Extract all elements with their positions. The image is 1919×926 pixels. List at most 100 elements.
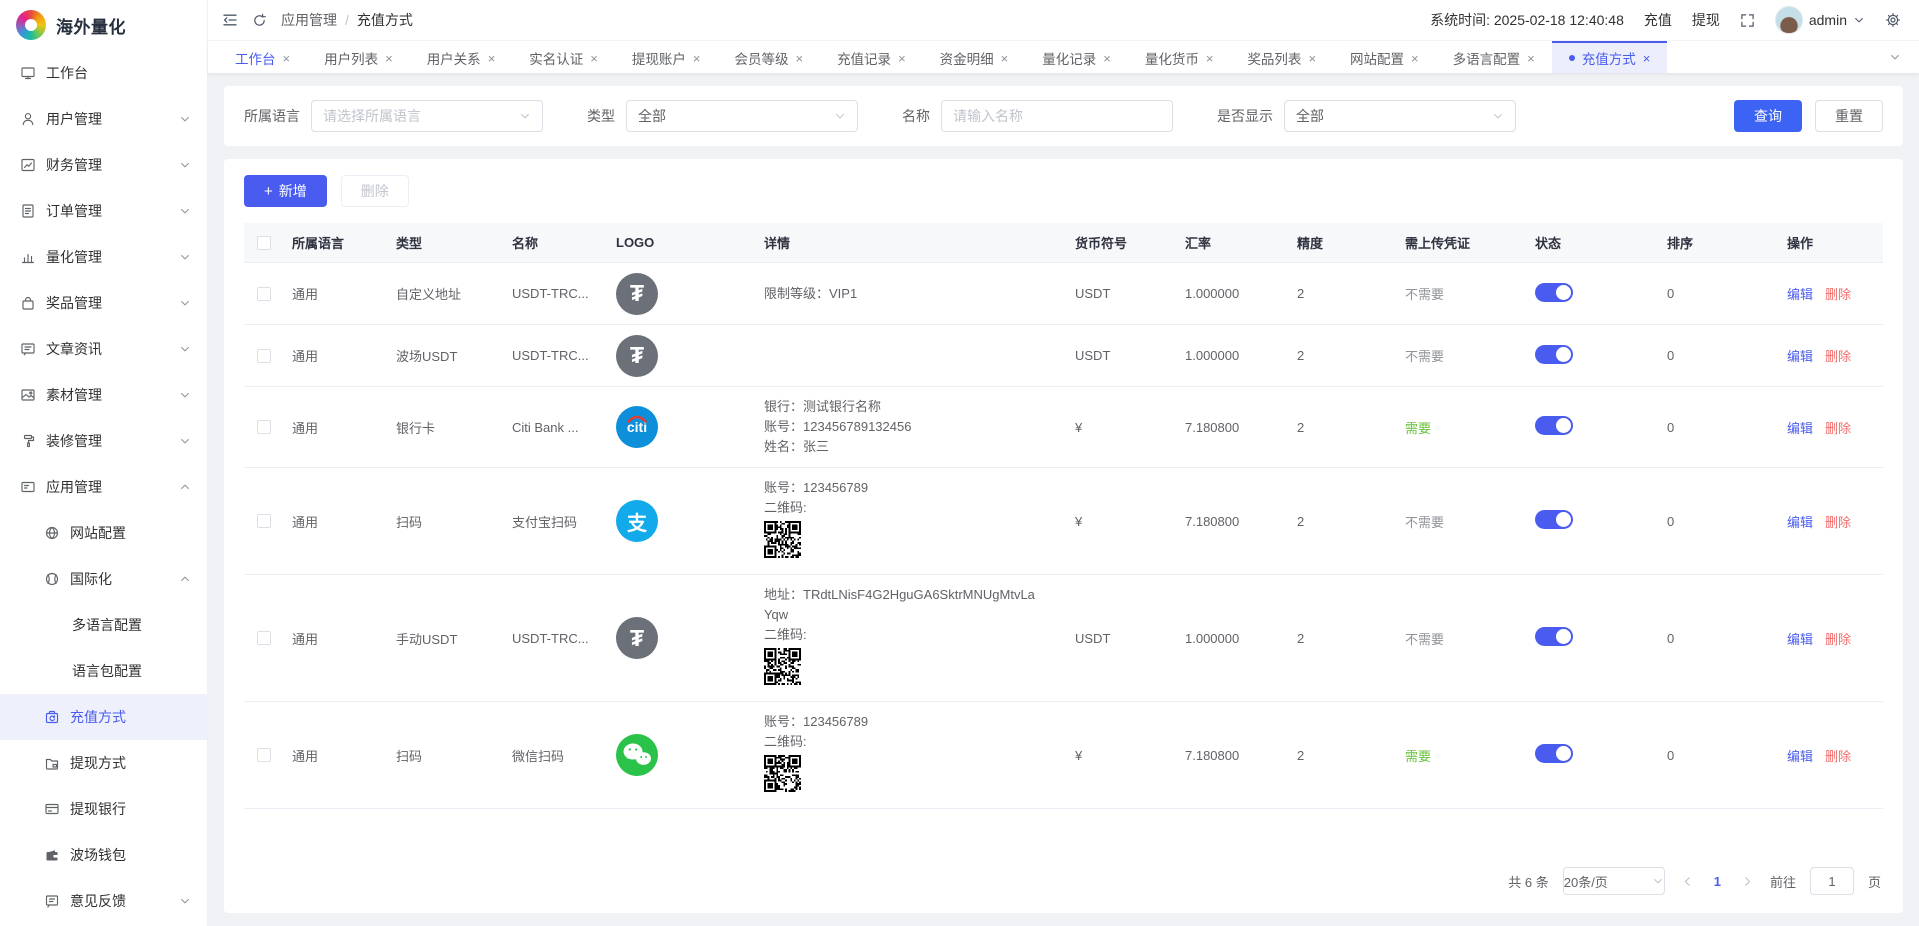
add-button[interactable]: + 新增 (244, 175, 327, 207)
edit-link[interactable]: 编辑 (1787, 629, 1813, 648)
prev-page-icon[interactable] (1679, 875, 1696, 888)
column-header: 类型 (396, 233, 512, 252)
sidebar-collapse-icon[interactable] (222, 12, 238, 28)
filter-language-select[interactable]: 请选择所属语言 (311, 100, 543, 132)
filter-name-input[interactable] (941, 100, 1173, 132)
sidebar-item-withdraw-method[interactable]: 提现方式 (0, 740, 207, 786)
tab-realname-auth[interactable]: 实名认证× (512, 41, 615, 73)
row-checkbox[interactable] (257, 287, 271, 301)
sidebar-item-decor-management[interactable]: 装修管理 (0, 418, 207, 464)
status-toggle[interactable] (1535, 416, 1573, 435)
close-icon[interactable]: × (1103, 52, 1111, 65)
sidebar-item-article-news[interactable]: 文章资讯 (0, 326, 207, 372)
fullscreen-icon[interactable] (1740, 13, 1755, 28)
close-icon[interactable]: × (283, 52, 291, 65)
close-icon[interactable]: × (590, 52, 598, 65)
delete-link[interactable]: 删除 (1825, 512, 1851, 531)
delete-link[interactable]: 删除 (1825, 418, 1851, 437)
sidebar-item-withdraw-bank[interactable]: 提现银行 (0, 786, 207, 832)
status-toggle[interactable] (1535, 510, 1573, 529)
tab-site-config[interactable]: 网站配置× (1333, 41, 1436, 73)
edit-link[interactable]: 编辑 (1787, 418, 1813, 437)
status-toggle[interactable] (1535, 283, 1573, 302)
filter-visible-select[interactable]: 全部 (1284, 100, 1516, 132)
withdraw-link[interactable]: 提现 (1692, 10, 1720, 30)
close-icon[interactable]: × (488, 52, 496, 65)
tab-quant-record[interactable]: 量化记录× (1025, 41, 1128, 73)
edit-link[interactable]: 编辑 (1787, 284, 1813, 303)
sidebar-item-app-management[interactable]: 应用管理 (0, 464, 207, 510)
tab-member-level[interactable]: 会员等级× (717, 41, 820, 73)
sidebar-item-quant-management[interactable]: 量化管理 (0, 234, 207, 280)
delete-link[interactable]: 删除 (1825, 629, 1851, 648)
current-page[interactable]: 1 (1710, 874, 1725, 889)
sidebar-item-workbench[interactable]: 工作台 (0, 50, 207, 96)
sidebar-item-feedback[interactable]: 意见反馈 (0, 878, 207, 924)
row-checkbox[interactable] (257, 748, 271, 762)
sidebar-item-prize-management[interactable]: 奖品管理 (0, 280, 207, 326)
sidebar-item-recharge-method[interactable]: 充值方式 (0, 694, 207, 740)
tab-fund-detail[interactable]: 资金明细× (923, 41, 1026, 73)
close-icon[interactable]: × (1206, 52, 1214, 65)
row-checkbox[interactable] (257, 349, 271, 363)
row-checkbox[interactable] (257, 631, 271, 645)
close-icon[interactable]: × (1308, 52, 1316, 65)
sidebar-item-langpack-config[interactable]: 语言包配置 (0, 648, 207, 694)
cell-voucher: 不需要 (1405, 284, 1535, 303)
row-checkbox[interactable] (257, 420, 271, 434)
delete-button[interactable]: 删除 (341, 175, 409, 207)
close-icon[interactable]: × (898, 52, 906, 65)
edit-link[interactable]: 编辑 (1787, 512, 1813, 531)
edit-link[interactable]: 编辑 (1787, 746, 1813, 765)
cell-type: 手动USDT (396, 629, 512, 648)
delete-link[interactable]: 删除 (1825, 346, 1851, 365)
close-icon[interactable]: × (1643, 52, 1651, 65)
delete-link[interactable]: 删除 (1825, 284, 1851, 303)
tab-workbench[interactable]: 工作台× (218, 41, 307, 73)
delete-link[interactable]: 删除 (1825, 746, 1851, 765)
sidebar-item-media-management[interactable]: 素材管理 (0, 372, 207, 418)
avatar[interactable] (1775, 6, 1803, 34)
sidebar-item-tron-wallet[interactable]: 波场钱包 (0, 832, 207, 878)
sidebar-item-user-management[interactable]: 用户管理 (0, 96, 207, 142)
breadcrumb-item[interactable]: 应用管理 (281, 10, 337, 30)
row-checkbox[interactable] (257, 514, 271, 528)
tab-recharge-method[interactable]: 充值方式× (1552, 41, 1668, 73)
filter-type-select[interactable]: 全部 (626, 100, 858, 132)
tab-quant-currency[interactable]: 量化货币× (1128, 41, 1231, 73)
close-icon[interactable]: × (1001, 52, 1009, 65)
sidebar-item-multilang-config[interactable]: 多语言配置 (0, 602, 207, 648)
page-size-select[interactable]: 20条/页 (1563, 867, 1665, 895)
tab-list-chevron-down-icon[interactable] (1871, 41, 1919, 73)
status-toggle[interactable] (1535, 627, 1573, 646)
sidebar-item-finance-management[interactable]: 财务管理 (0, 142, 207, 188)
goto-page-input[interactable] (1810, 867, 1854, 895)
close-icon[interactable]: × (385, 52, 393, 65)
gear-icon[interactable] (1885, 12, 1901, 28)
reset-button[interactable]: 重置 (1815, 100, 1883, 132)
recharge-link[interactable]: 充值 (1644, 10, 1672, 30)
refresh-icon[interactable] (252, 13, 267, 28)
tab-recharge-record[interactable]: 充值记录× (820, 41, 923, 73)
close-icon[interactable]: × (1527, 52, 1535, 65)
tab-withdraw-account[interactable]: 提现账户× (615, 41, 718, 73)
select-all-checkbox[interactable] (257, 236, 271, 250)
next-page-icon[interactable] (1739, 875, 1756, 888)
close-icon[interactable]: × (1411, 52, 1419, 65)
tab-prize-list[interactable]: 奖品列表× (1230, 41, 1333, 73)
filter-name: 名称 (902, 100, 1173, 132)
close-icon[interactable]: × (795, 52, 803, 65)
sidebar-item-internationalization[interactable]: 国际化 (0, 556, 207, 602)
status-toggle[interactable] (1535, 744, 1573, 763)
tab-user-list[interactable]: 用户列表× (307, 41, 410, 73)
cell-logo: ₮ (616, 617, 764, 659)
close-icon[interactable]: × (693, 52, 701, 65)
tab-user-relation[interactable]: 用户关系× (410, 41, 513, 73)
query-button[interactable]: 查询 (1734, 100, 1802, 132)
tab-multilang-config[interactable]: 多语言配置× (1436, 41, 1552, 73)
sidebar-item-site-config[interactable]: 网站配置 (0, 510, 207, 556)
sidebar-item-order-management[interactable]: 订单管理 (0, 188, 207, 234)
status-toggle[interactable] (1535, 345, 1573, 364)
user-menu[interactable]: admin (1775, 6, 1865, 34)
edit-link[interactable]: 编辑 (1787, 346, 1813, 365)
